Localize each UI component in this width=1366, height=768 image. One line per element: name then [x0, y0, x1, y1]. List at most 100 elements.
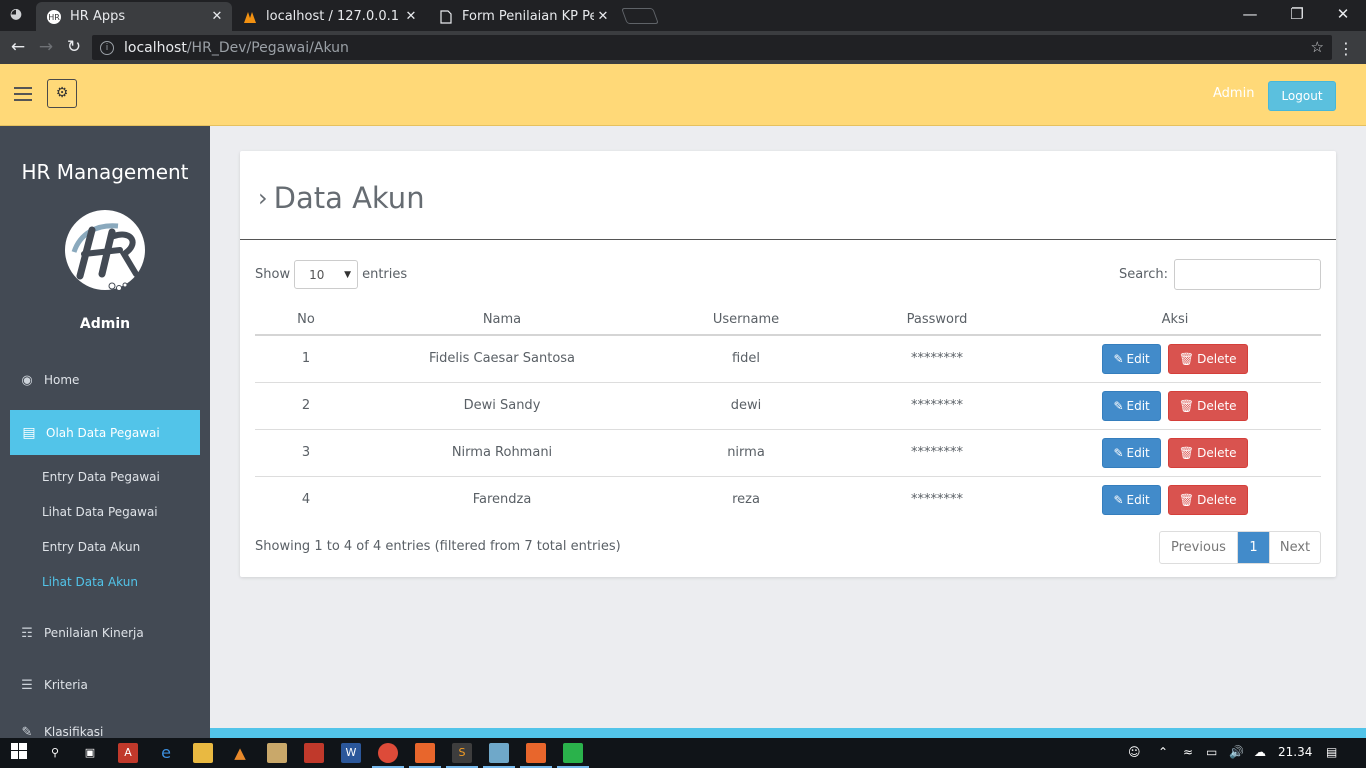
browser-tab-phpmyadmin[interactable]: localhost / 127.0.0.1 / db_ ✕ [232, 2, 426, 31]
page-length-value: 10 [309, 267, 325, 282]
pencil-icon: ✎ [1113, 398, 1124, 413]
logout-button[interactable]: Logout [1268, 81, 1336, 111]
show-label: Show [255, 267, 291, 282]
table-row: 3 Nirma Rohmani nirma ******** ✎ Edit 🗑 De… [255, 429, 1321, 477]
url-path: /HR_Dev/Pegawai/Akun [186, 39, 349, 56]
search-input[interactable] [1174, 259, 1321, 290]
next-page-button[interactable]: Next [1270, 532, 1320, 563]
edit-icon: ✎ [21, 724, 33, 739]
delete-button[interactable]: 🗑 Delete [1167, 484, 1248, 515]
column-header-username[interactable]: Username [647, 301, 845, 336]
restore-icon[interactable]: ❐ [1287, 5, 1307, 25]
sidebar-item-label: Olah Data Pegawai [46, 425, 160, 440]
info-icon[interactable]: i [100, 40, 114, 55]
browser-menu-icon[interactable]: ⋮ [1338, 39, 1354, 58]
minimize-icon[interactable]: — [1240, 5, 1260, 25]
delete-button[interactable]: 🗑 Delete [1167, 343, 1248, 374]
taskbar-clock[interactable]: 21.34 [1278, 745, 1312, 759]
onedrive-icon[interactable]: ☁ [1254, 745, 1266, 759]
sidebar-subitem-lihat-data-pegawai[interactable]: Lihat Data Pegawai [42, 505, 158, 519]
chevron-up-icon[interactable]: ⌃ [1158, 745, 1168, 759]
document-icon [438, 9, 454, 25]
notepad-icon[interactable] [489, 743, 509, 763]
address-bar[interactable]: i localhost/HR_Dev/Pegawai/Akun ☆ [92, 35, 1332, 60]
edit-button[interactable]: ✎ Edit [1102, 390, 1161, 421]
column-header-nama[interactable]: Nama [357, 301, 647, 336]
volume-icon[interactable]: 🔊 [1229, 745, 1244, 759]
table-row: 1 Fidelis Caesar Santosa fidel ******** … [255, 335, 1321, 383]
previous-page-button[interactable]: Previous [1160, 532, 1238, 563]
new-tab-button[interactable] [621, 8, 659, 24]
people-icon[interactable]: ☺ [1128, 745, 1141, 759]
cell-aksi: ✎ Edit 🗑 Delete [1029, 476, 1321, 523]
page-1-button[interactable]: 1 [1238, 532, 1270, 563]
settings-cogs-icon[interactable]: ⚙ [47, 79, 77, 108]
cell-nama: Fidelis Caesar Santosa [357, 335, 647, 383]
sidebar-item-label: Home [44, 373, 80, 387]
sidebar-item-penilaian-kinerja[interactable]: ☶ Penilaian Kinerja [18, 622, 144, 644]
delete-button[interactable]: 🗑 Delete [1167, 437, 1248, 468]
svg-text:HR: HR [48, 13, 60, 22]
line-app-icon[interactable] [563, 743, 583, 763]
edit-button[interactable]: ✎ Edit [1102, 343, 1161, 374]
sidebar-subitem-lihat-data-akun[interactable]: Lihat Data Akun [42, 575, 138, 589]
table-info: Showing 1 to 4 of 4 entries (filtered fr… [255, 539, 621, 554]
chrome-icon[interactable] [378, 743, 398, 763]
hr-logo [62, 210, 148, 296]
wifi-icon[interactable]: ≈ [1183, 745, 1193, 759]
sublime-text-icon[interactable]: S [452, 743, 472, 763]
cell-password: ******** [845, 429, 1029, 477]
paint-app-icon[interactable] [526, 743, 546, 763]
incognito-icon: ◕ [9, 6, 23, 22]
sidebar-item-home[interactable]: ◉ Home [18, 369, 79, 391]
sidebar-item-label: Klasifikasi [44, 725, 104, 738]
hr-favicon-icon: HR [46, 9, 62, 25]
task-view-icon[interactable]: ▣ [80, 743, 100, 763]
close-tab-icon[interactable]: ✕ [594, 9, 612, 24]
notifications-icon[interactable]: ▤ [1326, 745, 1337, 759]
sidebar-subitem-entry-data-pegawai[interactable]: Entry Data Pegawai [42, 470, 160, 484]
file-explorer-icon[interactable] [193, 743, 213, 763]
trash-icon: 🗑 [1178, 398, 1195, 413]
column-header-no[interactable]: No [255, 301, 357, 336]
dropdown-caret-icon: ▼ [344, 269, 352, 280]
sidebar-item-label: Kriteria [44, 678, 88, 692]
reload-icon[interactable]: ↻ [63, 37, 85, 59]
sidebar-item-olah-data-pegawai[interactable]: ▤ Olah Data Pegawai [10, 410, 200, 455]
shield-app-icon[interactable] [304, 743, 324, 763]
hamburger-menu-icon[interactable] [14, 87, 32, 101]
avira-icon[interactable]: A [118, 743, 138, 763]
word-icon[interactable]: W [341, 743, 361, 763]
chevron-right-icon: › [258, 184, 268, 212]
close-window-icon[interactable]: ✕ [1333, 5, 1353, 25]
matlab-icon[interactable]: ▲ [230, 743, 250, 763]
delete-label: Delete [1197, 445, 1237, 460]
column-header-password[interactable]: Password [845, 301, 1029, 336]
edit-button[interactable]: ✎ Edit [1102, 437, 1161, 468]
sidebar-item-klasifikasi[interactable]: ✎ Klasifikasi [18, 721, 104, 739]
windows-start-icon[interactable] [9, 743, 29, 763]
footer-strip [210, 728, 1366, 738]
close-tab-icon[interactable]: ✕ [208, 9, 226, 24]
notes-app-icon[interactable] [267, 743, 287, 763]
battery-icon[interactable]: ▭ [1206, 745, 1217, 759]
close-tab-icon[interactable]: ✕ [402, 9, 420, 24]
browser-tab-form-penilaian[interactable]: Form Penilaian KP Pembi ✕ [428, 2, 618, 31]
page-length-select[interactable]: 10 ▼ [294, 260, 359, 289]
edge-icon[interactable]: e [156, 743, 176, 763]
edit-label: Edit [1126, 492, 1150, 507]
sidebar-item-kriteria[interactable]: ☰ Kriteria [18, 674, 88, 696]
app-header: ⚙ Admin Logout [0, 64, 1366, 126]
bookmark-star-icon[interactable]: ☆ [1311, 38, 1324, 56]
xampp-icon[interactable] [415, 743, 435, 763]
delete-button[interactable]: 🗑 Delete [1167, 390, 1248, 421]
edit-button[interactable]: ✎ Edit [1102, 484, 1161, 515]
forward-arrow-icon[interactable]: → [35, 37, 57, 59]
sidebar-subitem-entry-data-akun[interactable]: Entry Data Akun [42, 540, 140, 554]
header-user-label[interactable]: Admin [1213, 86, 1254, 101]
browser-tab-hr-apps[interactable]: HR HR Apps ✕ [36, 2, 232, 31]
back-arrow-icon[interactable]: ← [7, 37, 29, 59]
sidebar: HR Management Admin ◉ Home ▤ Olah Data P… [0, 126, 210, 738]
pencil-icon: ✎ [1113, 492, 1124, 507]
search-icon[interactable]: ⚲ [45, 743, 65, 763]
